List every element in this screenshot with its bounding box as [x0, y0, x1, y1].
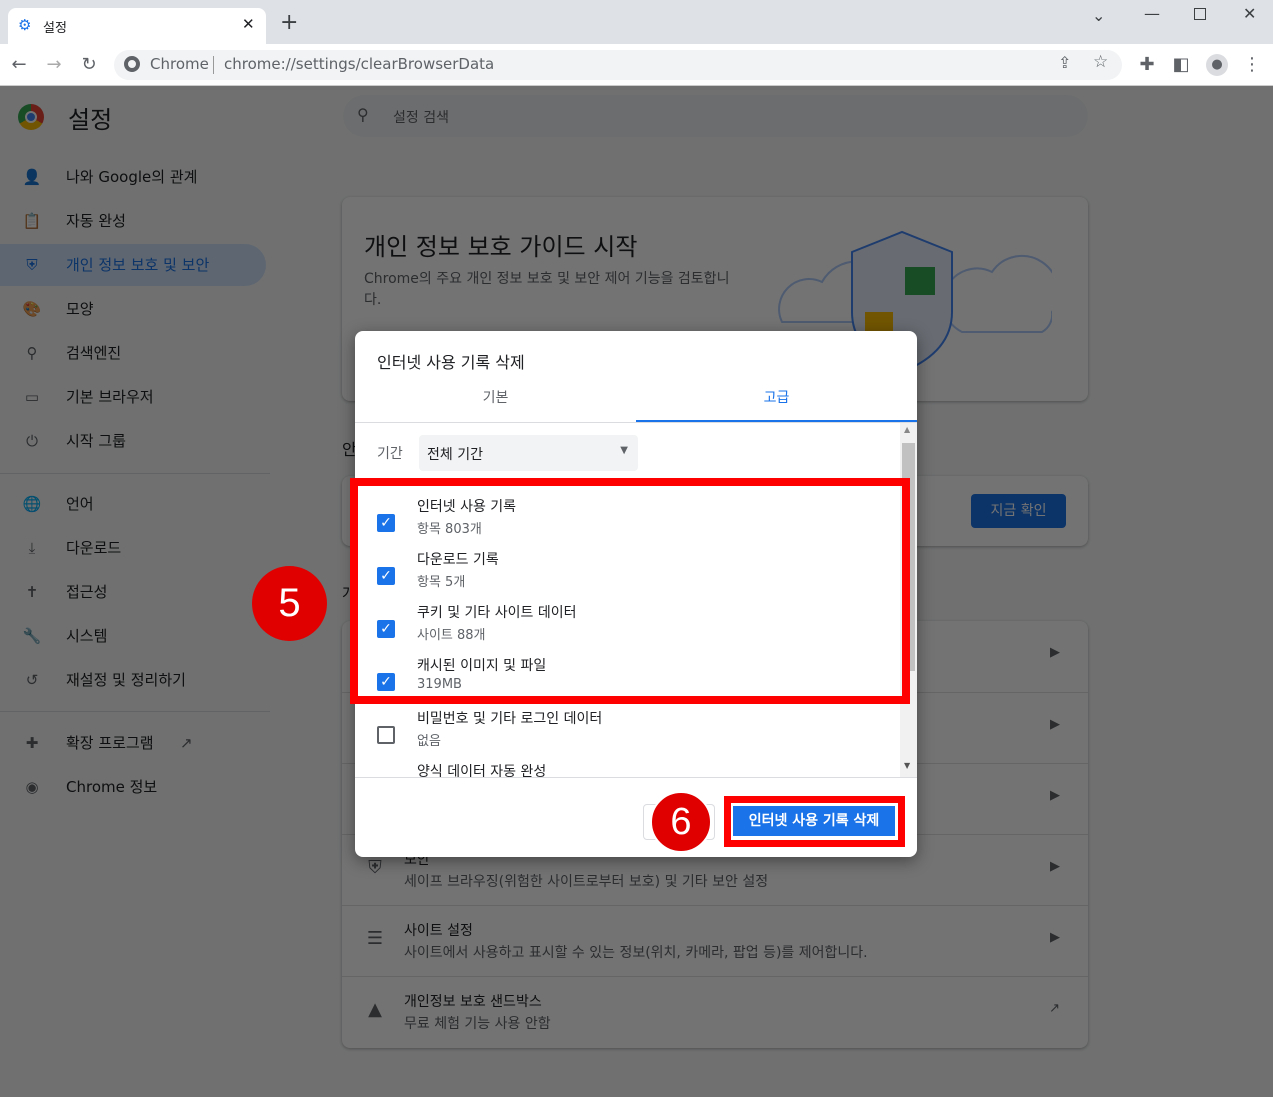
highlight-box-step5: [350, 478, 910, 704]
download-icon: ⤓: [28, 539, 36, 557]
accessibility-icon: ✝: [25, 583, 39, 601]
sliders-icon: ☰: [366, 928, 384, 949]
settings-row[interactable]: ▲ 개인정보 보호 샌드박스 무료 체험 기능 사용 안함 ↗: [342, 976, 1088, 1047]
guide-desc: Chrome의 주요 개인 정보 보호 및 보안 제어 기능을 검토합니다.: [364, 271, 730, 308]
clipboard-icon: 📋: [22, 212, 42, 230]
person-icon: 👤: [22, 168, 42, 186]
search-input[interactable]: ⚲ 설정 검색: [343, 95, 1088, 137]
sidebar-item[interactable]: ⛨ 개인 정보 보호 및 보안: [0, 244, 266, 286]
sidebar-item[interactable]: ✚ 확장 프로그램 ↗: [0, 722, 266, 764]
sidebar-item[interactable]: ⏻ 시작 그룹: [0, 420, 266, 462]
shield-icon: ⛨: [368, 857, 382, 878]
search-icon: ⚲: [357, 105, 369, 124]
guide-title: 개인 정보 보호 가이드 시작: [364, 233, 638, 261]
globe-icon: 🌐: [22, 495, 42, 513]
wrench-icon: 🔧: [22, 627, 42, 645]
sidebar-item[interactable]: 🌐 언어: [0, 483, 266, 525]
puzzle-icon: ✚: [25, 734, 39, 752]
sidebar-item[interactable]: ⤓ 다운로드: [0, 527, 266, 569]
dropdown-arrow-icon: ▼: [620, 445, 628, 456]
sidebar-item[interactable]: ✝ 접근성: [0, 571, 266, 613]
settings-row[interactable]: ☰ 사이트 설정 사이트에서 사용하고 표시할 수 있는 정보(위치, 카메라, 팝…: [342, 905, 1088, 976]
sidebar-item[interactable]: 📋 자동 완성: [0, 200, 266, 242]
sidebar-item[interactable]: ◉ Chrome 정보: [0, 766, 266, 808]
chrome-icon: ◉: [25, 778, 39, 796]
highlight-box-step6: [724, 796, 905, 847]
period-label: 기간: [377, 446, 403, 462]
sidebar-item[interactable]: ↺ 재설정 및 정리하기: [0, 659, 266, 701]
tab-basic[interactable]: 기본: [355, 380, 636, 422]
palette-icon: 🎨: [22, 300, 42, 318]
chrome-logo: [18, 104, 44, 130]
chevron-right-icon: ▶: [1050, 859, 1060, 874]
tab-advanced[interactable]: 고급: [636, 380, 917, 422]
check-now-button[interactable]: 지금 확인: [971, 494, 1066, 528]
external-link-icon: ↗: [1049, 1001, 1060, 1016]
chevron-right-icon: ▶: [1050, 930, 1060, 945]
sidebar-item[interactable]: 🔧 시스템: [0, 615, 266, 657]
sidebar-item[interactable]: 👤 나와 Google의 관계: [0, 156, 266, 198]
search-icon: ⚲: [26, 344, 38, 362]
period-select[interactable]: 전체 기간 ▼: [419, 435, 638, 471]
sidebar-item[interactable]: ⚲ 검색엔진: [0, 332, 266, 374]
power-icon: ⏻: [26, 432, 38, 450]
page-title: 설정: [68, 106, 113, 134]
chevron-right-icon: ▶: [1050, 645, 1060, 660]
flask-icon: ▲: [368, 999, 382, 1020]
external-link-icon: ↗: [180, 734, 193, 752]
chevron-right-icon: ▶: [1050, 717, 1060, 732]
history-icon: ↺: [25, 671, 39, 689]
dialog-title: 인터넷 사용 기록 삭제: [377, 353, 525, 372]
checkbox[interactable]: [377, 726, 395, 744]
browser-icon: ▭: [24, 388, 40, 406]
search-placeholder: 설정 검색: [393, 110, 449, 126]
step-6-badge: 6: [650, 791, 712, 853]
chevron-right-icon: ▶: [1050, 788, 1060, 803]
sidebar-item[interactable]: 🎨 모양: [0, 288, 266, 330]
shield-icon: ⛨: [26, 256, 38, 274]
step-5-badge: 5: [252, 566, 327, 641]
sidebar-item[interactable]: ▭ 기본 브라우저: [0, 376, 266, 418]
